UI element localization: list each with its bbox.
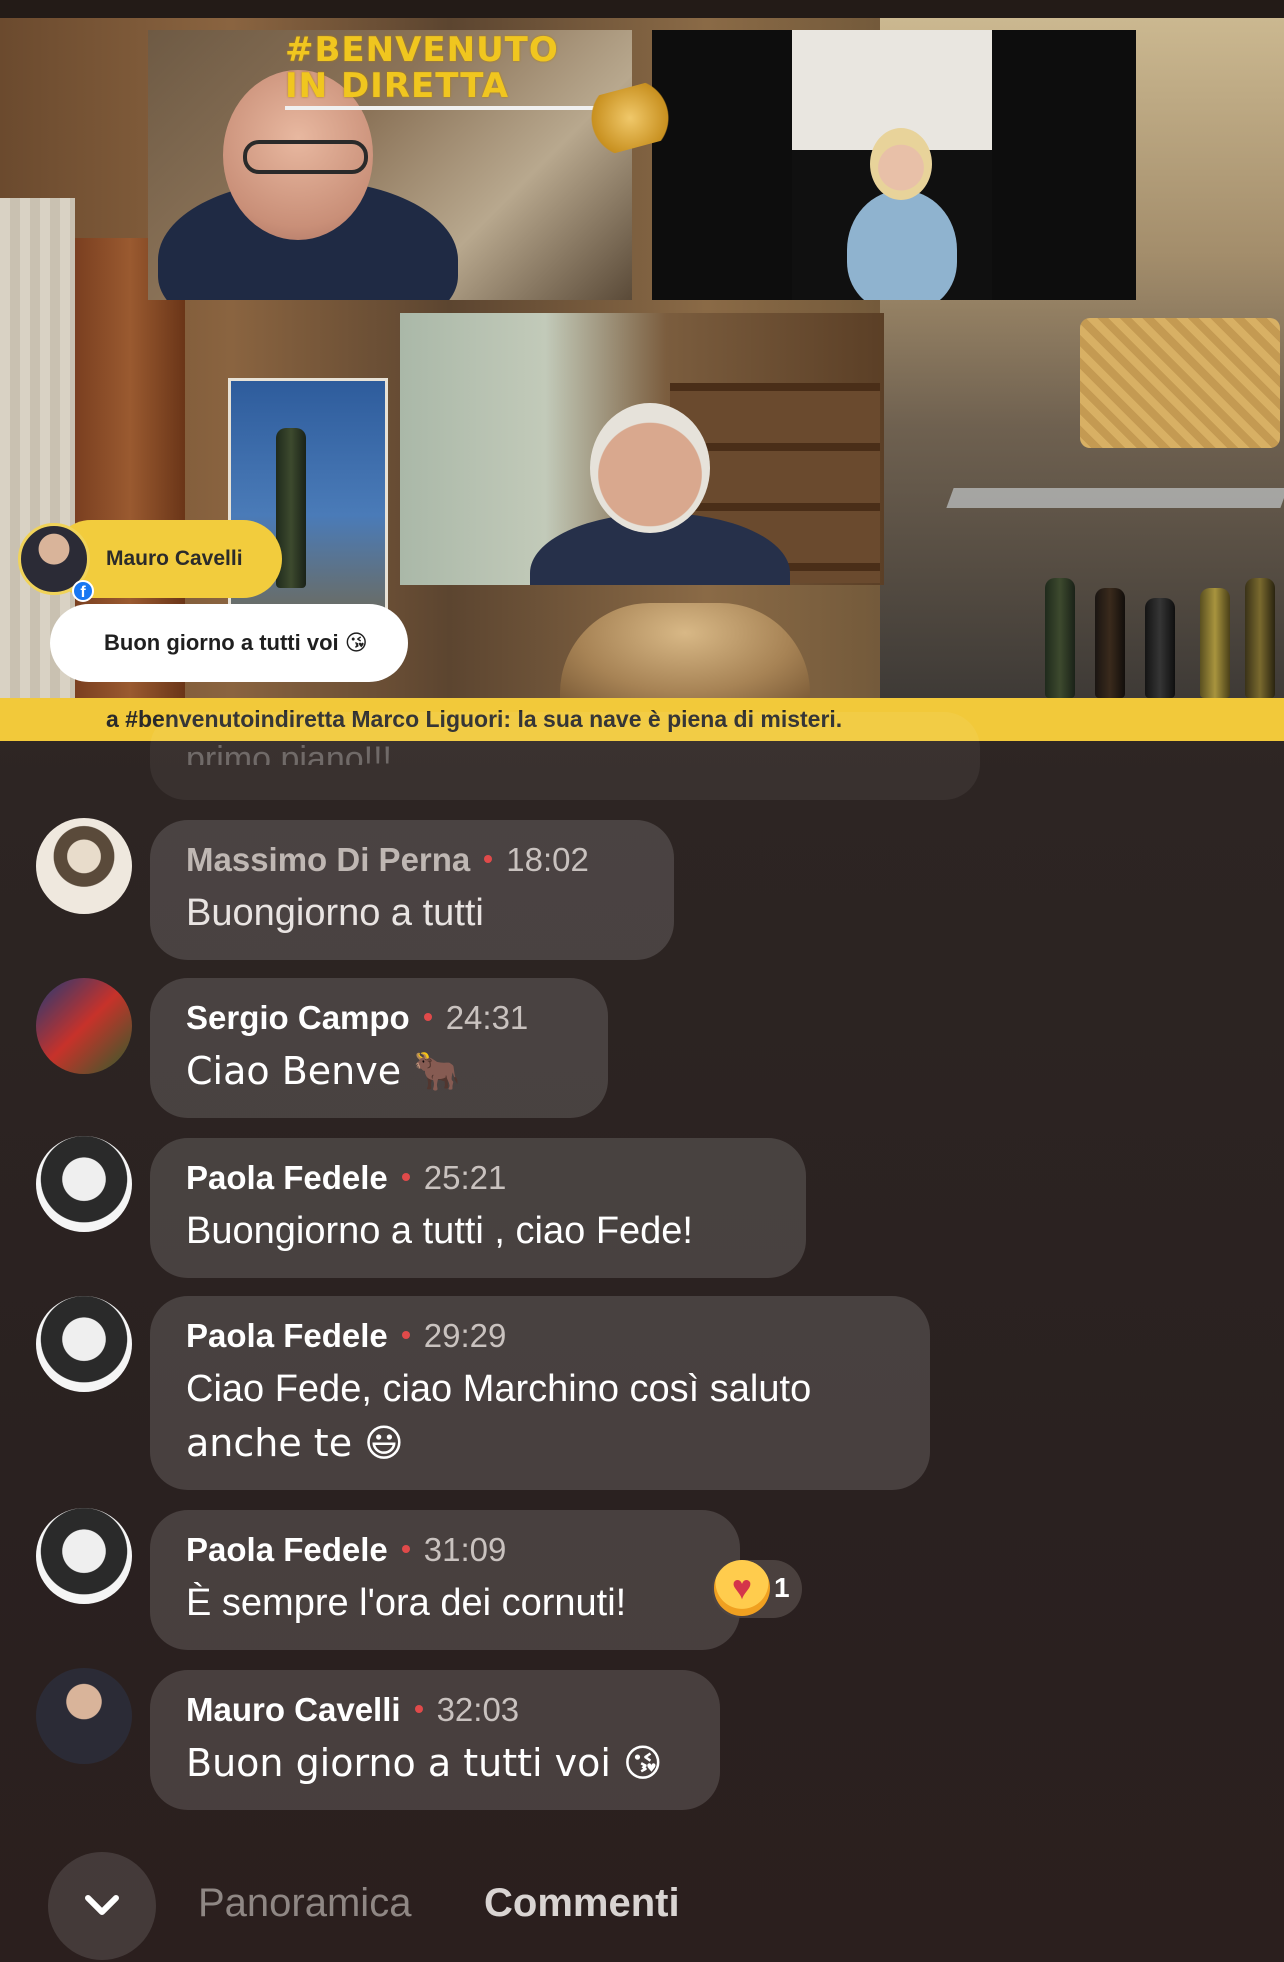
avatar[interactable] — [36, 1136, 132, 1232]
comment-time: 25:21 — [423, 1159, 507, 1196]
comment-bubble[interactable]: Paola Fedele 29:29 Ciao Fede, ciao Marchi… — [150, 1296, 930, 1490]
glasses — [243, 140, 368, 174]
avatar[interactable] — [36, 1296, 132, 1392]
comment-text: Buon giorno a tutti voi 😘 — [186, 1741, 663, 1785]
bottle — [1045, 578, 1075, 698]
comment-time: 24:31 — [445, 999, 529, 1036]
comment-author[interactable]: Paola Fedele — [186, 1531, 388, 1568]
comment-text-line-2: anche te 😃 — [186, 1421, 404, 1465]
comment-meta: Paola Fedele 31:09 — [186, 1528, 704, 1572]
participant-body — [847, 190, 957, 300]
comment-bubble[interactable]: Massimo Di Perna 18:02 Buongiorno a tutti — [150, 820, 674, 960]
bottle — [1200, 588, 1230, 698]
comment-author[interactable]: Massimo Di Perna — [186, 841, 470, 878]
tab-comments[interactable]: Commenti — [484, 1878, 680, 1928]
comment-author[interactable]: Mauro Cavelli — [186, 1691, 401, 1728]
live-video-screen: #BENVENUTO IN DIRETTA Mauro Cavelli f Bu… — [0, 0, 1284, 1962]
participant-head — [590, 403, 710, 533]
comment-time: 32:03 — [436, 1691, 520, 1728]
care-reaction-icon: ♥ — [714, 1560, 770, 1616]
separator-dot — [401, 1173, 410, 1182]
facebook-icon: f — [72, 580, 94, 602]
logo-underline — [285, 106, 615, 110]
separator-dot — [401, 1545, 410, 1554]
logo-line-1: #BENVENUTO — [285, 30, 559, 70]
participant-head — [870, 128, 932, 200]
participant-video-2[interactable] — [652, 30, 1136, 300]
background-crackers — [1080, 318, 1280, 448]
chevron-down-icon — [85, 1895, 119, 1915]
comment-author[interactable]: Paola Fedele — [186, 1159, 388, 1196]
separator-dot — [401, 1331, 410, 1340]
reaction-count: 1 — [774, 1572, 790, 1603]
comment-meta: Paola Fedele 29:29 — [186, 1314, 894, 1358]
comment-author[interactable]: Sergio Campo — [186, 999, 410, 1036]
avatar[interactable] — [36, 1668, 132, 1764]
bottle — [1095, 588, 1125, 698]
comment-bubble[interactable]: Mauro Cavelli 32:03 Buon giorno a tutti v… — [150, 1670, 720, 1810]
separator-dot — [414, 1705, 423, 1714]
comment-text: È sempre l'ora dei cornuti! — [186, 1582, 627, 1624]
status-strip — [0, 0, 1284, 18]
bottle — [1145, 598, 1175, 698]
comment-text-line-1: Ciao Fede, ciao Marchino così saluto — [186, 1368, 812, 1410]
collapse-button[interactable] — [48, 1852, 156, 1960]
comment-meta: Mauro Cavelli 32:03 — [186, 1688, 684, 1732]
separator-dot — [423, 1013, 432, 1022]
avatar[interactable] — [36, 818, 132, 914]
comment-meta: Massimo Di Perna 18:02 — [186, 838, 638, 882]
comment-text: Buongiorno a tutti — [186, 892, 484, 934]
comment-bubble[interactable]: Paola Fedele 31:09 È sempre l'ora dei cor… — [150, 1510, 740, 1650]
background-terracotta-pot — [560, 603, 810, 698]
comment-text: Buongiorno a tutti , ciao Fede! — [186, 1210, 693, 1252]
reaction-badge[interactable]: ♥ 1 — [712, 1560, 802, 1618]
comment-time: 29:29 — [423, 1317, 507, 1354]
separator-dot — [484, 855, 493, 864]
comment-author[interactable]: Paola Fedele — [186, 1317, 388, 1354]
avatar[interactable] — [36, 978, 132, 1074]
comment-bubble[interactable]: Sergio Campo 24:31 Ciao Benve 🐂 — [150, 978, 608, 1118]
tab-overview[interactable]: Panoramica — [198, 1878, 411, 1928]
comment-time: 31:09 — [423, 1531, 507, 1568]
comment-meta: Sergio Campo 24:31 — [186, 996, 572, 1040]
comment-time: 18:02 — [506, 841, 589, 878]
participant-video-3[interactable] — [400, 313, 884, 585]
background-glass-shelf — [946, 488, 1284, 508]
comment-meta: Paola Fedele 25:21 — [186, 1156, 770, 1200]
comment-bubble[interactable]: Paola Fedele 25:21 Buongiorno a tutti , c… — [150, 1138, 806, 1278]
bottle — [1245, 578, 1275, 698]
comment-text: Ciao Benve 🐂 — [186, 1049, 461, 1093]
avatar[interactable] — [36, 1508, 132, 1604]
overlay-comment-text: Buon giorno a tutti voi 😘 — [50, 604, 408, 682]
